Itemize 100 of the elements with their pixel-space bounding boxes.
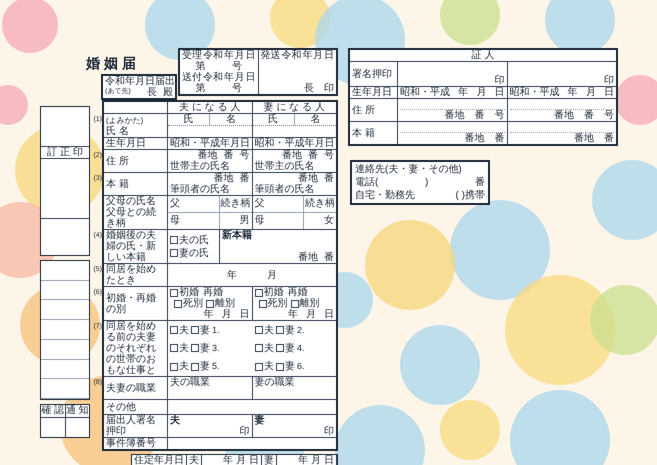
form-label: 訂 正 印 xyxy=(41,147,89,159)
field-text: 月 xyxy=(236,455,246,465)
field-text: 番地 xyxy=(464,133,484,144)
checkbox[interactable] xyxy=(255,326,263,334)
field-text: 令和 xyxy=(281,50,302,61)
field-text: 年 xyxy=(304,138,314,149)
field-text: 1. xyxy=(212,324,220,336)
checkbox[interactable] xyxy=(174,300,182,308)
field-text: 番地 xyxy=(298,173,318,184)
field-text: 届出 xyxy=(155,76,175,87)
field-text: 号 xyxy=(494,110,504,121)
form-label: 同居を始める前の夫妻のそれぞれの世帯のおもな仕事と xyxy=(106,321,157,376)
field-text: 年 xyxy=(224,72,234,83)
field-text: 日 xyxy=(494,87,504,98)
field-text: 母 xyxy=(252,212,304,229)
checkbox-label: 妻 xyxy=(285,342,295,354)
field-text: 年 xyxy=(204,309,214,320)
field-text: 2. xyxy=(297,324,305,336)
field-text: 番地 xyxy=(282,150,302,161)
field-text: 番 xyxy=(475,177,485,188)
checkbox-label: 妻 xyxy=(285,324,295,336)
checkbox[interactable] xyxy=(170,362,178,371)
field-text: 年 xyxy=(458,87,468,98)
field-text: 令和 xyxy=(202,72,223,83)
field-text: 日 xyxy=(324,309,334,320)
checkbox-label: 夫の氏 xyxy=(179,234,209,246)
field-text: 番 xyxy=(494,133,504,144)
field-text: 4. xyxy=(297,342,305,354)
field-text: 令和 xyxy=(202,50,223,61)
field-text: 月 xyxy=(234,50,245,61)
checkbox[interactable] xyxy=(170,326,178,334)
field-text: 年 xyxy=(227,270,237,280)
checkbox-label: 夫 xyxy=(264,324,274,336)
field-text: 発送 xyxy=(260,50,280,61)
checkbox[interactable] xyxy=(276,344,284,352)
checkbox-label: 妻 xyxy=(200,361,210,372)
field-text: 再婚 xyxy=(203,287,223,298)
field-text: 年 xyxy=(298,455,308,465)
form-label: 連絡先(夫・妻・その他) xyxy=(355,164,463,175)
checkbox-label: 死別 xyxy=(183,298,203,309)
checkbox-label: 初婚 xyxy=(179,287,199,298)
form-label: 住 所 xyxy=(106,156,130,166)
checkbox[interactable] xyxy=(255,362,263,371)
column-heading: 妻 に な る 人 xyxy=(262,102,326,113)
field-text: ( )携帯 xyxy=(456,190,485,201)
checkbox[interactable] xyxy=(191,362,199,371)
field-text: 殿 xyxy=(163,87,173,98)
field-text: 年 xyxy=(125,76,135,87)
checkbox[interactable] xyxy=(276,362,284,371)
field-text: 印 xyxy=(324,426,334,437)
checkbox[interactable] xyxy=(170,344,178,352)
checkbox[interactable] xyxy=(191,326,199,334)
field-text: 日 xyxy=(324,455,334,465)
field-text: 日 xyxy=(240,138,250,149)
checkbox[interactable] xyxy=(258,300,266,308)
field-text: 番地 xyxy=(298,252,318,263)
field-text: 妻 xyxy=(254,415,266,426)
checkbox[interactable] xyxy=(170,236,178,244)
checkbox-label: 夫 xyxy=(179,361,189,372)
field-text: 月 xyxy=(306,309,316,320)
checkbox[interactable] xyxy=(170,249,178,257)
field-text: 男 xyxy=(238,214,250,228)
checkbox[interactable] xyxy=(191,344,199,352)
field-text: 妻の職業 xyxy=(254,377,296,388)
field-text: 日 xyxy=(249,455,259,465)
field-label: 新本籍 xyxy=(222,230,253,241)
form-label: 住 所 xyxy=(352,104,376,116)
form-label: 届出人署名押印 xyxy=(106,415,157,437)
field-text: 番 xyxy=(584,110,594,121)
field-text: 年 xyxy=(568,87,578,98)
checkbox[interactable] xyxy=(206,300,214,308)
field-text: 名 xyxy=(224,114,237,125)
checkbox[interactable] xyxy=(254,288,262,296)
field-text: 母 xyxy=(168,212,220,229)
checkbox-label: 夫 xyxy=(264,342,274,354)
form-label: 本 籍 xyxy=(106,178,130,190)
field-text: 番地 xyxy=(444,110,464,121)
field-text: 月 xyxy=(586,87,596,98)
field-text: 月 xyxy=(476,87,486,98)
form-label: 事件簿番号 xyxy=(104,438,168,449)
field-text: 番地 xyxy=(198,150,218,161)
field-text: 女 xyxy=(323,214,335,228)
field-text: 続き柄 xyxy=(220,196,252,212)
checkbox[interactable] xyxy=(255,344,263,352)
checkbox[interactable] xyxy=(170,288,178,296)
checkbox[interactable] xyxy=(276,326,284,334)
form-label: 夫妻の職業 xyxy=(106,382,157,394)
form-label: 父母との続き柄 xyxy=(106,207,157,229)
checkbox-label: 妻の氏 xyxy=(179,248,209,258)
field-text: 電話( xyxy=(355,177,378,188)
field-text: 番 xyxy=(604,133,614,144)
checkbox[interactable] xyxy=(290,300,298,308)
field-text: 日 xyxy=(246,50,256,61)
field-text: 筆頭者の氏名 xyxy=(170,184,231,195)
field-text: 号 xyxy=(232,83,242,94)
field-text: 世帯主の氏名 xyxy=(170,161,231,172)
field-text: 続き柄 xyxy=(304,196,336,212)
field-text: 夫の職業 xyxy=(170,377,211,388)
field-text: 氏 xyxy=(252,114,295,125)
field-text: 番地 xyxy=(554,110,574,121)
